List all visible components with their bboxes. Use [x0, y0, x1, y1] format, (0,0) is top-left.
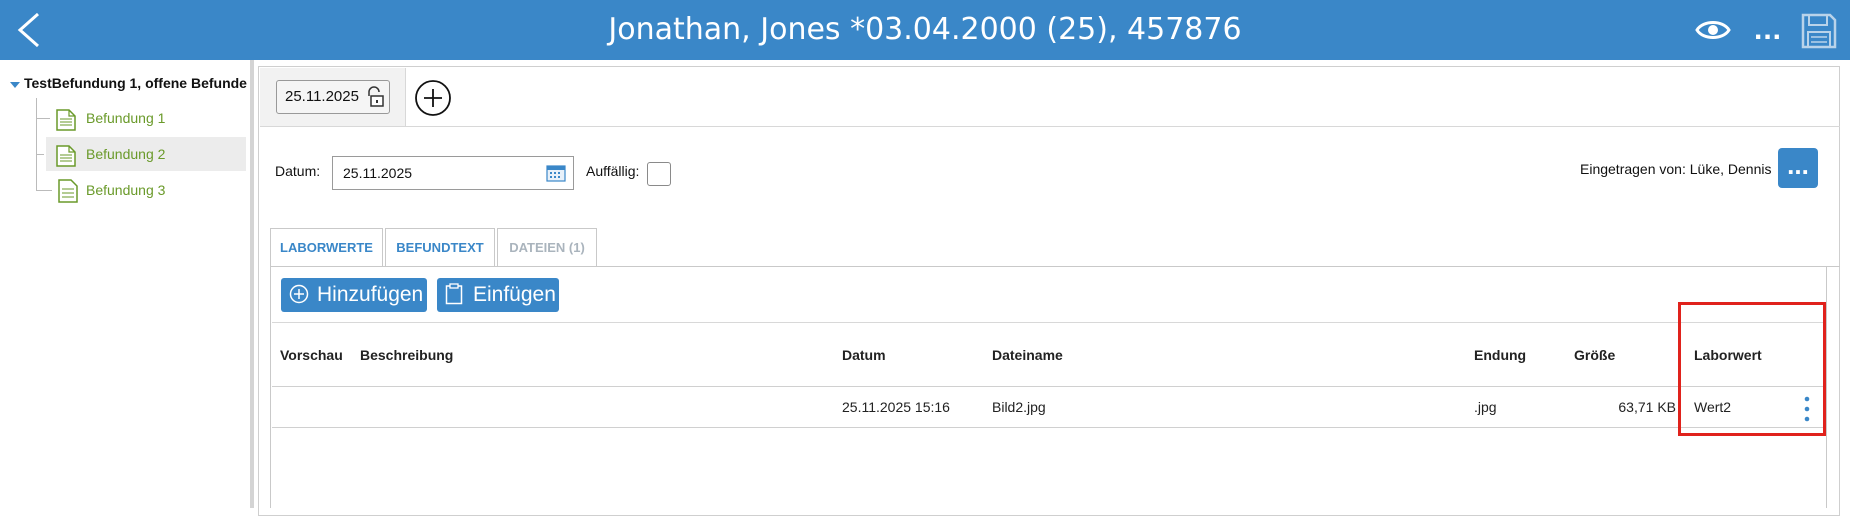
plus-circle-icon: [289, 284, 309, 304]
divider: [260, 126, 1840, 127]
paste-file-label: Einfügen: [473, 283, 556, 306]
cell-groesse: 63,71 KB: [1618, 399, 1676, 415]
panel-splitter[interactable]: [250, 60, 254, 508]
tree-item-befundung-2[interactable]: Befundung 2: [46, 137, 246, 171]
tree-item-label: Befundung 2: [86, 146, 166, 162]
more-horizontal-icon[interactable]: ...: [1748, 10, 1788, 50]
column-header-beschreibung[interactable]: Beschreibung: [360, 340, 453, 370]
auffaellig-label: Auffällig:: [586, 163, 640, 179]
tree-root-label: TestBefundung 1, offene Befunde: [24, 75, 247, 91]
tree-item-befundung-3[interactable]: Befundung 3: [58, 173, 248, 207]
content-border: [270, 266, 271, 508]
date-tab[interactable]: 25.11.2025: [276, 80, 390, 114]
tree-item-befundung-1[interactable]: Befundung 1: [56, 101, 246, 135]
plus-circle-icon: [415, 80, 451, 116]
column-header-datum[interactable]: Datum: [842, 340, 886, 370]
date-tab-label: 25.11.2025: [285, 88, 359, 105]
unlock-icon: [368, 86, 384, 107]
column-header-vorschau[interactable]: Vorschau: [280, 340, 343, 370]
clipboard-icon: [445, 283, 463, 305]
preview-button[interactable]: [1693, 16, 1733, 44]
column-header-dateiname[interactable]: Dateiname: [992, 340, 1063, 370]
tab-laborwerte[interactable]: LABORWERTE: [270, 228, 383, 266]
paste-file-button[interactable]: Einfügen: [437, 278, 559, 312]
tab-dateien[interactable]: DATEIEN (1): [497, 228, 597, 266]
datum-field[interactable]: 25.11.2025: [332, 156, 574, 190]
table-row[interactable]: [272, 387, 1826, 427]
patient-title: Jonathan, Jones *03.04.2000 (25), 457876: [608, 12, 1242, 47]
author-more-button[interactable]: ...: [1778, 148, 1818, 188]
tree-item-label: Befundung 3: [86, 182, 166, 198]
column-header-endung[interactable]: Endung: [1474, 340, 1526, 370]
auffaellig-checkbox[interactable]: [647, 162, 671, 186]
tree-connector: [36, 190, 52, 191]
calendar-icon[interactable]: [546, 164, 566, 182]
save-floppy-icon: [1801, 13, 1837, 49]
report-document-icon: [56, 145, 76, 168]
add-file-button[interactable]: Hinzufügen: [281, 278, 427, 312]
tree-item-label: Befundung 1: [86, 110, 166, 126]
save-button[interactable]: [1800, 12, 1838, 50]
cell-dateiname: Bild2.jpg: [992, 399, 1046, 415]
tree-connector: [36, 154, 44, 155]
column-header-groesse[interactable]: Größe: [1574, 340, 1615, 370]
author-label: Eingetragen von: Lüke, Dennis: [1580, 161, 1772, 177]
table-row-divider: [272, 427, 1826, 428]
add-date-button[interactable]: [414, 79, 452, 117]
expand-triangle-icon: [10, 82, 20, 89]
document-icon: [58, 179, 78, 204]
cell-datum: 25.11.2025 15:16: [842, 399, 950, 415]
tree-connector: [36, 118, 50, 119]
tree-root[interactable]: TestBefundung 1, offene Befunde: [10, 70, 247, 96]
content-border: [1826, 266, 1827, 508]
tabs-baseline: [270, 266, 1840, 267]
eye-icon: [1695, 21, 1731, 39]
datum-label: Datum:: [275, 163, 321, 179]
add-file-label: Hinzufügen: [317, 283, 424, 306]
report-document-icon: [56, 109, 76, 132]
tab-befundtext[interactable]: BEFUNDTEXT: [385, 228, 495, 266]
highlight-box: [1678, 302, 1826, 436]
tree-connector: [36, 98, 37, 190]
cell-endung: .jpg: [1474, 399, 1497, 415]
